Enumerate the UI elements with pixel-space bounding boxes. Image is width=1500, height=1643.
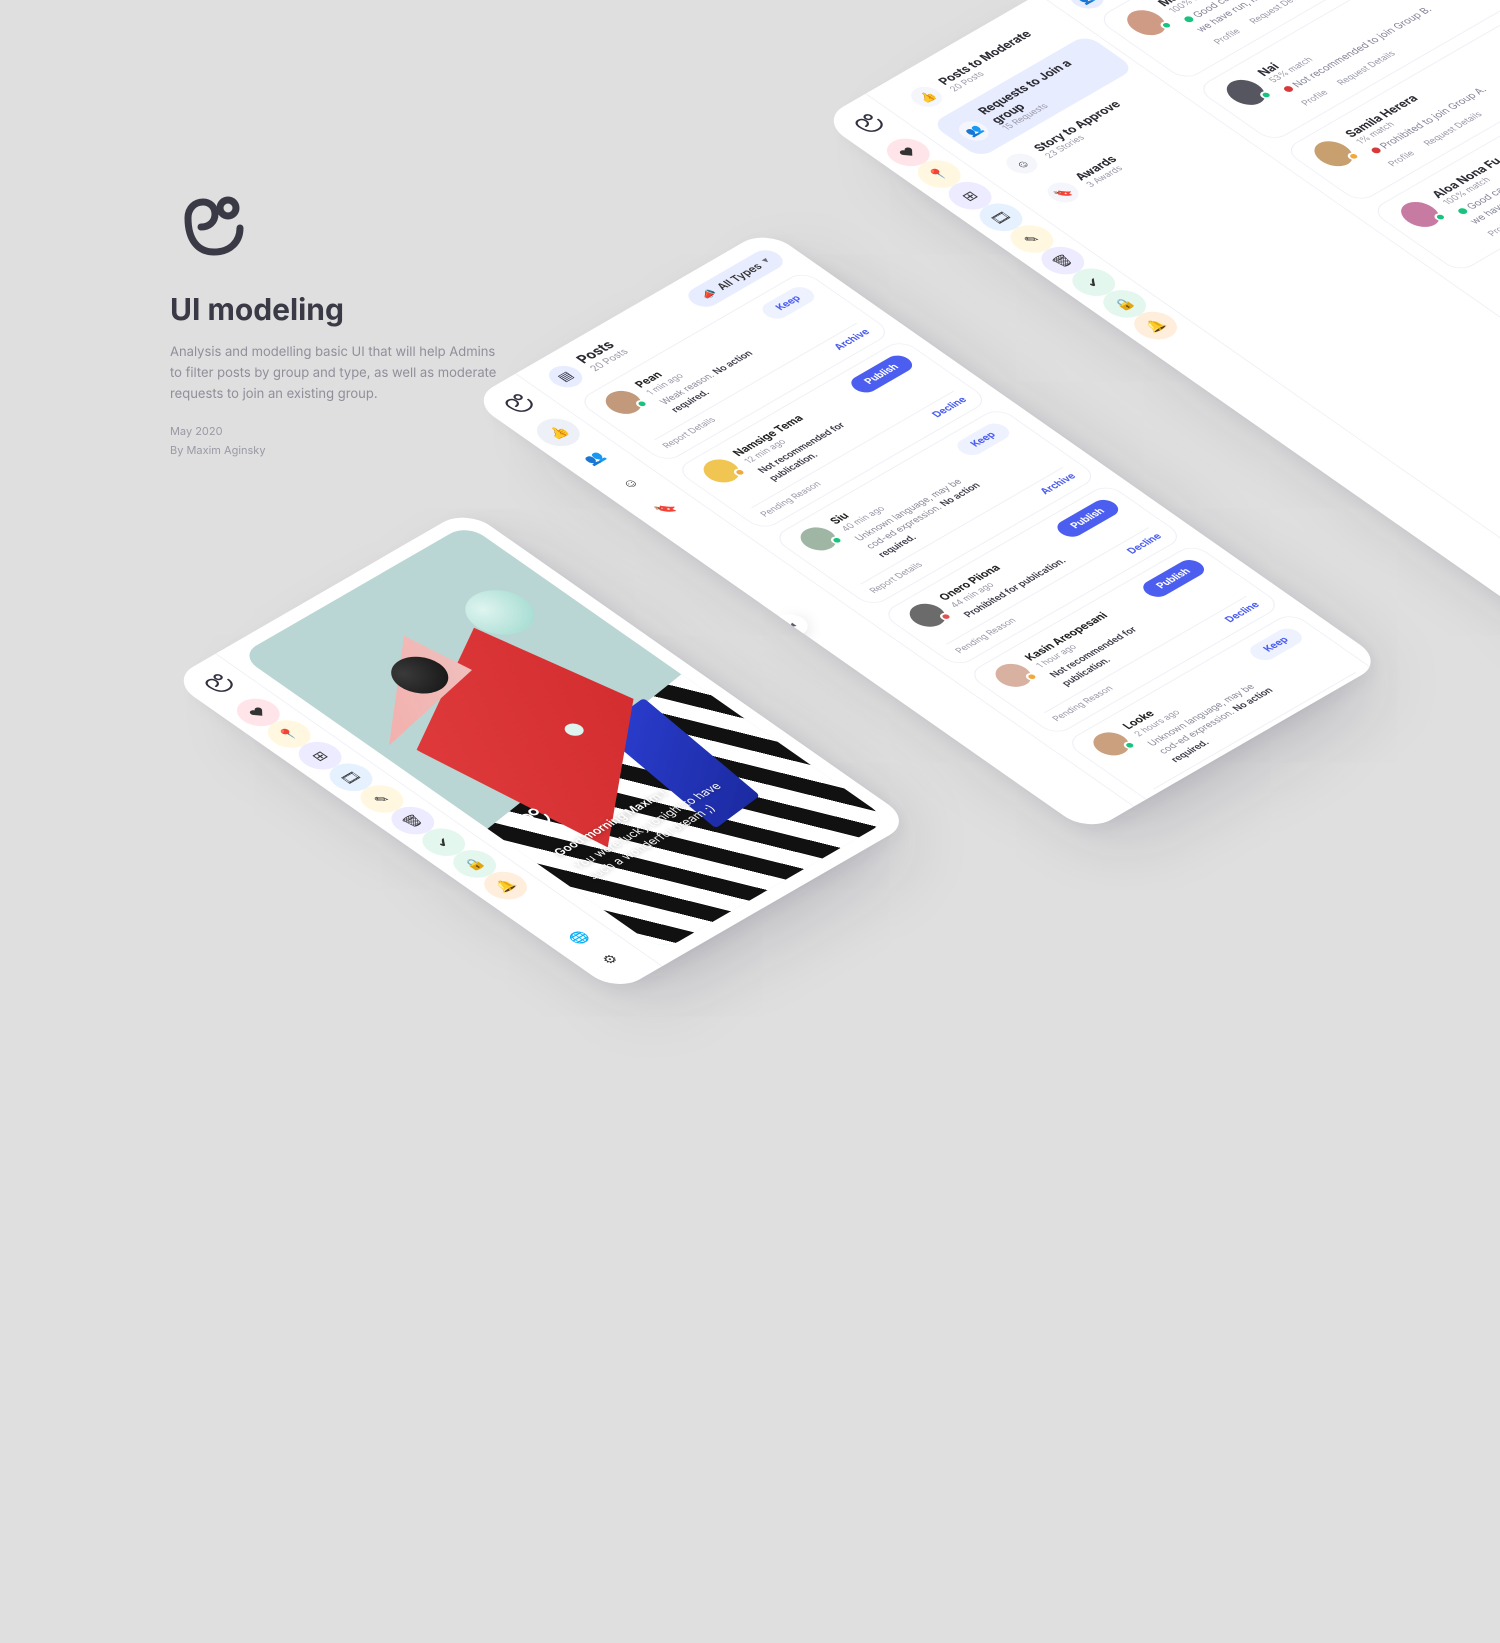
profile-link[interactable]: Profile xyxy=(1299,88,1331,108)
avatar xyxy=(902,599,952,631)
publish-button[interactable]: Publish xyxy=(845,352,917,396)
profile-link[interactable]: Profile xyxy=(1386,149,1418,169)
keep-button[interactable]: Keep xyxy=(757,284,820,322)
brand-logo-icon xyxy=(494,389,544,421)
chevron-down-icon: ▾ xyxy=(759,256,772,265)
avatar xyxy=(1086,728,1136,760)
keep-button[interactable]: Keep xyxy=(1245,625,1308,663)
type-filter-label: All Types xyxy=(713,260,765,292)
avatar xyxy=(1393,197,1447,232)
avatar xyxy=(1119,5,1173,40)
publish-button[interactable]: Publish xyxy=(1344,701,1384,745)
avatar xyxy=(793,523,843,555)
archive-button[interactable]: Archive xyxy=(1037,471,1078,496)
decline-button[interactable]: Decline xyxy=(1125,532,1165,557)
bookmark-icon[interactable]: 🔖 xyxy=(636,489,697,528)
category-icon: 🔖 xyxy=(1041,178,1085,206)
posts-context-icon: ▤ xyxy=(542,361,589,391)
avatar xyxy=(696,455,746,487)
publish-button[interactable]: Publish xyxy=(1138,557,1210,601)
category-icon: 👥 xyxy=(952,117,994,144)
avatar xyxy=(1306,136,1360,171)
post-reason: Prohibited for publication. xyxy=(1254,755,1374,807)
category-icon: 👍 xyxy=(905,83,949,111)
profile-link[interactable]: Profile xyxy=(1211,27,1243,47)
avatar xyxy=(598,386,648,418)
publish-button[interactable]: Publish xyxy=(1052,497,1124,541)
avatar xyxy=(1219,75,1273,110)
archive-button[interactable]: Archive xyxy=(1330,676,1371,701)
category-icon: ☺ xyxy=(1000,150,1044,178)
avatar xyxy=(1195,804,1245,806)
brand-logo-icon xyxy=(194,669,244,701)
decline-button[interactable]: Decline xyxy=(1222,600,1262,625)
requests-context-icon: 👥 xyxy=(1063,0,1110,13)
decline-button[interactable]: Decline xyxy=(930,395,970,420)
brand-logo-icon xyxy=(844,109,894,141)
keep-button[interactable]: Keep xyxy=(952,420,1015,458)
megaphone-icon: 📣 xyxy=(696,286,719,301)
avatar xyxy=(988,659,1038,691)
post-time: 3 hours ago xyxy=(1241,746,1359,807)
post-author: Na Maseo xyxy=(1228,737,1348,807)
archive-button[interactable]: Archive xyxy=(831,327,872,352)
